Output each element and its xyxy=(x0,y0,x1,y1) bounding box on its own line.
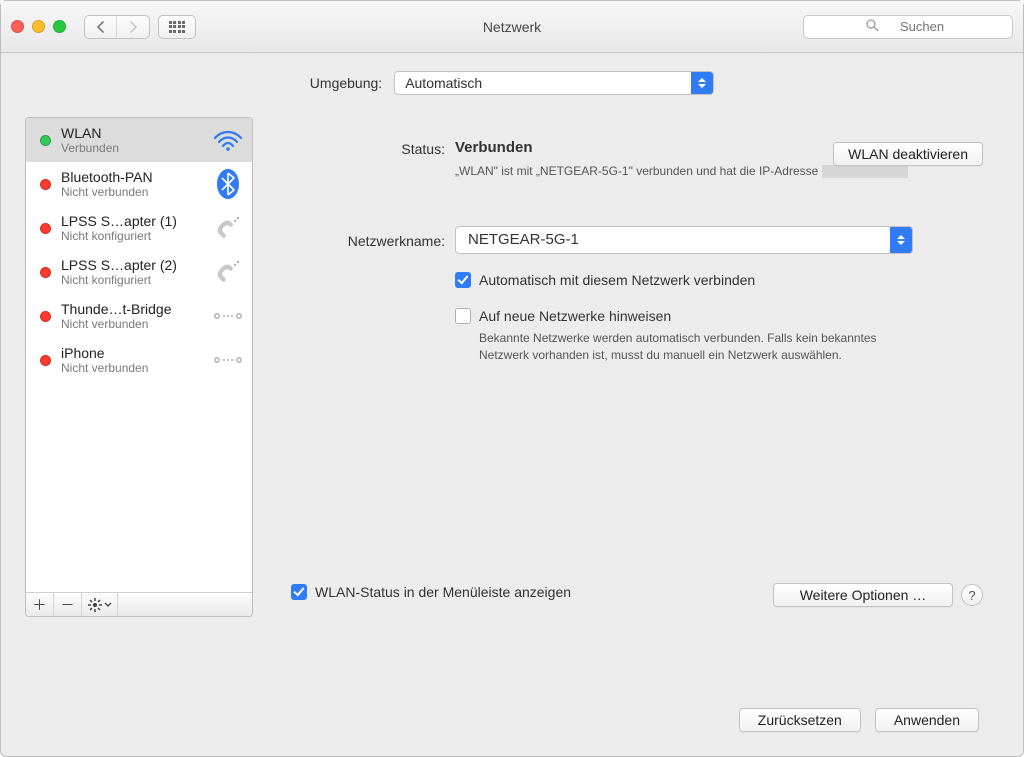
service-item-bluetooth[interactable]: Bluetooth-PAN Nicht verbunden xyxy=(26,162,252,206)
menubar-status-checkbox[interactable]: WLAN-Status in der Menüleiste anzeigen xyxy=(291,584,571,600)
reset-button[interactable]: Zurücksetzen xyxy=(739,708,861,732)
minimize-button[interactable] xyxy=(32,20,45,33)
service-item-wlan[interactable]: WLAN Verbunden xyxy=(26,118,252,162)
chevron-down-icon xyxy=(890,227,912,253)
auto-join-label: Automatisch mit diesem Netzwerk verbinde… xyxy=(479,272,755,288)
help-button[interactable]: ? xyxy=(961,584,983,606)
checkbox-icon xyxy=(291,584,307,600)
sidebar-footer-spacer xyxy=(118,593,252,616)
forward-button[interactable] xyxy=(117,16,149,38)
search-input[interactable] xyxy=(803,15,1013,39)
environment-row: Umgebung: Automatisch xyxy=(25,71,999,95)
back-button[interactable] xyxy=(85,16,117,38)
phone-icon xyxy=(212,258,244,286)
titlebar: Netzwerk xyxy=(1,1,1023,53)
environment-value: Automatisch xyxy=(405,75,482,91)
main-area: WLAN Verbunden xyxy=(25,117,999,617)
status-label: Status: xyxy=(273,139,445,157)
environment-label: Umgebung: xyxy=(310,75,382,91)
window-title: Netzwerk xyxy=(483,19,541,35)
status-dot xyxy=(40,267,51,278)
search-box[interactable] xyxy=(803,15,1013,39)
wifi-icon xyxy=(212,126,244,154)
notify-new-checkbox[interactable]: Auf neue Netzwerke hinweisen xyxy=(455,308,983,324)
body: Umgebung: Automatisch WLAN Verbunden xyxy=(1,53,1023,639)
service-item-iphone[interactable]: iPhone Nicht verbunden xyxy=(26,338,252,382)
nav-segmented xyxy=(84,15,150,39)
service-item-lpss-1[interactable]: LPSS S…apter (1) Nicht konfiguriert xyxy=(26,206,252,250)
menubar-status-label: WLAN-Status in der Menüleiste anzeigen xyxy=(315,584,571,600)
service-subtitle: Nicht konfiguriert xyxy=(61,273,202,287)
footer-buttons: Zurücksetzen Anwenden xyxy=(739,708,979,732)
status-dot xyxy=(40,223,51,234)
preferences-window: Netzwerk Umgebung: Automatisch xyxy=(0,0,1024,757)
grid-icon xyxy=(169,21,186,33)
show-all-button[interactable] xyxy=(158,15,196,39)
status-dot xyxy=(40,311,51,322)
service-item-lpss-2[interactable]: LPSS S…apter (2) Nicht konfiguriert xyxy=(26,250,252,294)
phone-icon xyxy=(212,214,244,242)
notify-new-label: Auf neue Netzwerke hinweisen xyxy=(479,308,671,324)
auto-join-checkbox[interactable]: Automatisch mit diesem Netzwerk verbinde… xyxy=(455,272,983,288)
service-subtitle: Nicht verbunden xyxy=(61,361,202,375)
bridge-icon xyxy=(212,302,244,330)
gear-menu-button[interactable] xyxy=(82,593,118,616)
service-name: iPhone xyxy=(61,345,202,361)
sidebar-footer: ＋ － xyxy=(26,592,252,616)
ip-redacted xyxy=(822,165,908,178)
service-name: WLAN xyxy=(61,125,202,141)
status-dot xyxy=(40,179,51,190)
add-service-button[interactable]: ＋ xyxy=(26,593,54,616)
apply-button[interactable]: Anwenden xyxy=(875,708,979,732)
network-value: NETGEAR-5G-1 xyxy=(468,231,579,248)
environment-select[interactable]: Automatisch xyxy=(394,71,714,95)
detail-panel: WLAN deaktivieren Status: Verbunden „WLA… xyxy=(269,117,999,617)
checkbox-icon xyxy=(455,272,471,288)
network-label: Netzwerkname: xyxy=(273,231,445,249)
deactivate-wifi-button[interactable]: WLAN deaktivieren xyxy=(833,142,983,166)
zoom-button[interactable] xyxy=(53,20,66,33)
search-icon xyxy=(866,19,879,35)
service-subtitle: Nicht verbunden xyxy=(61,185,202,199)
service-name: LPSS S…apter (2) xyxy=(61,257,202,273)
close-button[interactable] xyxy=(11,20,24,33)
status-dot xyxy=(40,135,51,146)
service-subtitle: Verbunden xyxy=(61,141,202,155)
service-subtitle: Nicht verbunden xyxy=(61,317,202,331)
bluetooth-icon xyxy=(212,170,244,198)
more-options-button[interactable]: Weitere Optionen … xyxy=(773,583,953,607)
remove-service-button[interactable]: － xyxy=(54,593,82,616)
chevron-down-icon xyxy=(691,72,713,94)
service-name: LPSS S…apter (1) xyxy=(61,213,202,229)
service-name: Thunde…t-Bridge xyxy=(61,301,202,317)
checkbox-icon xyxy=(455,308,471,324)
notify-help-text: Bekannte Netzwerke werden automatisch ve… xyxy=(479,330,909,364)
bridge-icon xyxy=(212,346,244,374)
window-controls xyxy=(11,20,66,33)
service-item-thunderbolt[interactable]: Thunde…t-Bridge Nicht verbunden xyxy=(26,294,252,338)
service-subtitle: Nicht konfiguriert xyxy=(61,229,202,243)
network-select[interactable]: NETGEAR-5G-1 xyxy=(455,226,913,254)
service-name: Bluetooth-PAN xyxy=(61,169,202,185)
service-list: WLAN Verbunden xyxy=(26,118,252,592)
status-dot xyxy=(40,355,51,366)
service-sidebar: WLAN Verbunden xyxy=(25,117,253,617)
